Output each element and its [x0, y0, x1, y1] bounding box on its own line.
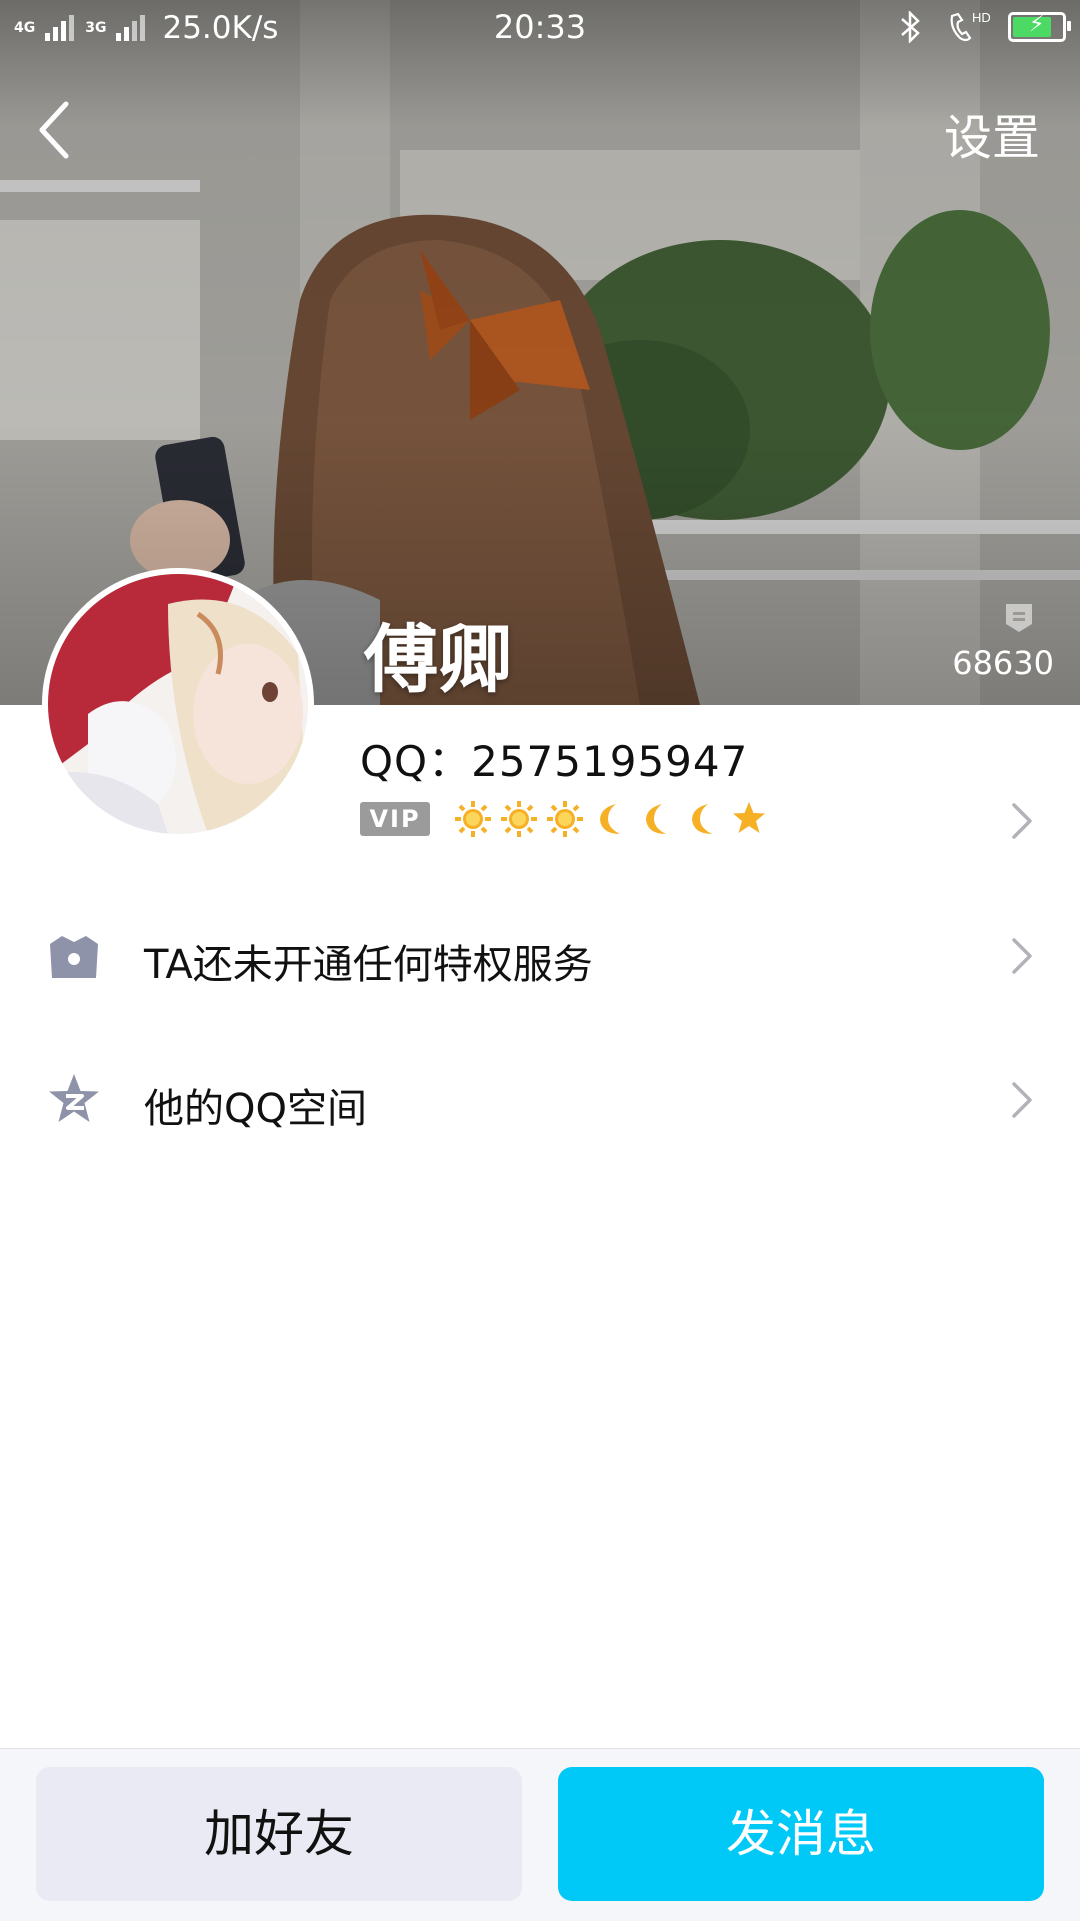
level-moon-icon [646, 804, 666, 834]
level-moon-icon [692, 804, 712, 834]
level-sun-icon [547, 801, 583, 837]
profile-nickname: 傅卿 [364, 617, 512, 703]
charging-icon: ⚡ [1029, 12, 1045, 37]
profile-avatar[interactable] [42, 568, 314, 840]
likes-count: 68630 [952, 644, 1054, 682]
qzone-row[interactable]: 他的QQ空间 [0, 1032, 1080, 1172]
bottom-action-bar: 加好友 发消息 [0, 1748, 1080, 1921]
back-arrow-icon [39, 101, 69, 159]
bluetooth-icon [901, 11, 920, 43]
qzone-label: 他的QQ空间 [144, 1086, 367, 1132]
settings-button[interactable]: 设置 [944, 98, 1040, 168]
privilege-row[interactable]: TA还未开通任何特权服务 [0, 888, 1080, 1028]
level-star-icon [733, 802, 765, 833]
hd-call-icon: HD [950, 10, 990, 42]
back-button[interactable] [30, 98, 80, 162]
level-row[interactable]: VIP [360, 800, 772, 838]
level-chevron-right-icon[interactable] [1010, 801, 1034, 841]
battery-icon: ⚡ [1008, 12, 1071, 42]
hd-label: HD [972, 10, 990, 25]
level-moon-icon [600, 804, 620, 834]
vip-badge: VIP [360, 802, 430, 836]
qzone-chevron-right-icon [1012, 1082, 1032, 1118]
qq-number: QQ：2575195947 [360, 737, 749, 786]
status-right: HD ⚡ [892, 10, 1071, 44]
avatar-image [48, 574, 308, 834]
level-sun-icon [501, 801, 537, 837]
status-bar: 4G 3G 25.0K/s 20:33 HD ⚡ [0, 0, 1080, 58]
crown-icon [50, 936, 98, 978]
qzone-star-icon [49, 1074, 99, 1122]
send-message-button[interactable]: 发消息 [558, 1767, 1044, 1901]
add-friend-button[interactable]: 加好友 [36, 1767, 522, 1901]
level-sun-icon [455, 801, 491, 837]
like-icon [1006, 604, 1032, 632]
likes-counter[interactable]: 68630 [934, 600, 1054, 682]
privilege-label: TA还未开通任何特权服务 [144, 942, 593, 988]
privilege-chevron-right-icon [1012, 938, 1032, 974]
